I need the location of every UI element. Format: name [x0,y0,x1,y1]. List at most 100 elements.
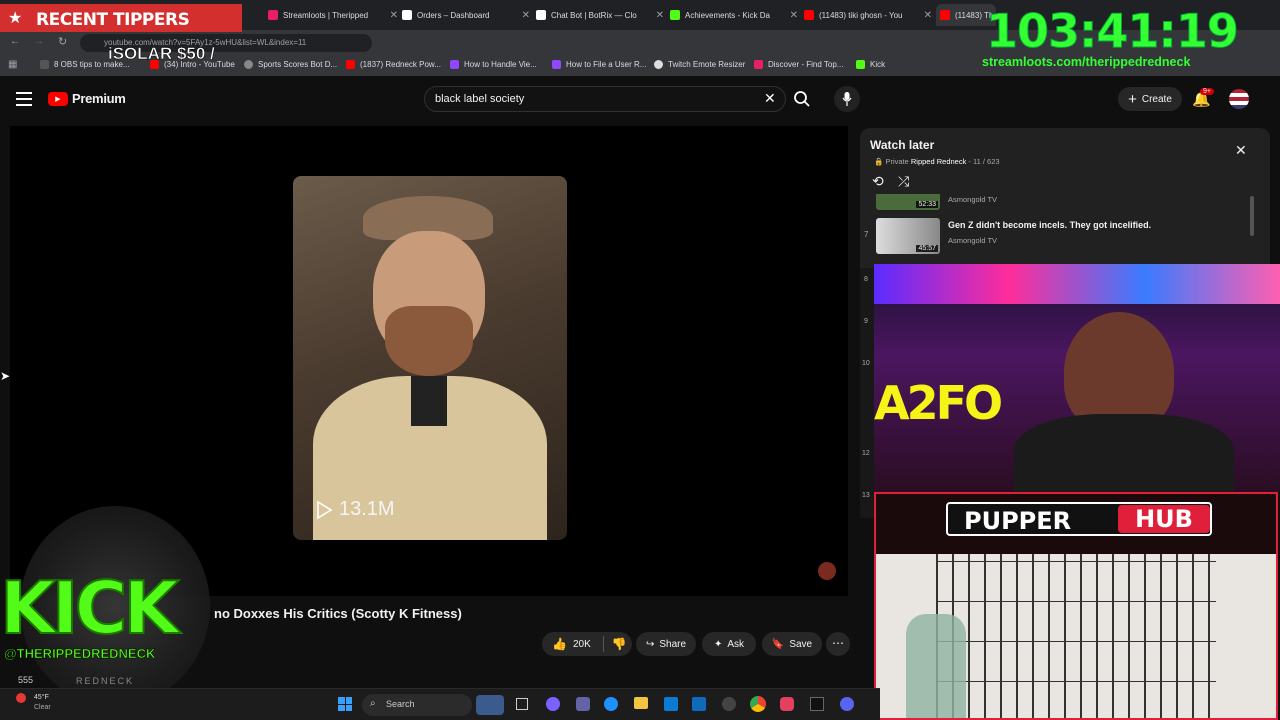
browser-tab[interactable]: Achievements - Kick Da ✕ [670,4,798,26]
search-icon[interactable] [793,90,811,108]
tab-favicon [536,10,546,20]
webcam-feed: A2FO [874,264,1280,492]
bookmark-item[interactable]: (1837) Redneck Pow... [346,60,441,69]
youtube-play-icon: ▶ [48,91,68,106]
like-icon[interactable]: 👍 [552,637,567,651]
browser-tab[interactable]: Streamloots | Theripped ✕ [268,4,398,26]
task-view-icon[interactable] [516,698,528,710]
playlist-position: 11 / 623 [973,157,1000,166]
create-button[interactable]: + Create [1118,87,1182,111]
discord-icon[interactable] [840,697,854,711]
play-icon [317,500,333,519]
close-tab-icon[interactable]: ✕ [522,10,530,21]
clear-search-icon[interactable]: ✕ [764,90,776,107]
mouse-cursor-icon: ➤ [0,369,11,383]
close-tab-icon[interactable]: ✕ [390,10,398,21]
playlist-item[interactable]: 52:33 Asmongold TV [864,194,1244,212]
playlist-panel: Watch later 🔒 Private Ripped Redneck - 1… [860,128,1270,268]
outlook-icon[interactable] [692,697,706,711]
taskbar-widget[interactable] [476,695,504,715]
star-icon: ★ [8,10,23,27]
webcam-poster-text: A2FO [874,376,1003,430]
bookmark-item[interactable]: Twitch Emote Resizer [654,60,745,69]
dog-crate [936,554,1216,718]
back-icon[interactable]: ← [10,36,20,47]
channel-watermark[interactable] [818,562,836,580]
store-icon[interactable] [664,697,678,711]
voice-search-button[interactable] [834,86,860,112]
ask-button[interactable]: ✦ Ask [702,632,756,656]
like-count[interactable]: 20K [573,639,591,650]
obs-icon[interactable] [722,697,736,711]
browser-tab[interactable]: Chat Bot | BotRix — Clo ✕ [536,4,664,26]
terminal-icon[interactable] [810,697,824,711]
bookmark-item[interactable]: Sports Scores Bot D... [244,60,337,69]
tab-favicon [804,10,814,20]
premium-label: Premium [72,91,126,106]
avatar[interactable] [1229,89,1249,109]
share-icon: ↪ [645,638,655,650]
teams-icon[interactable] [576,697,590,711]
windows-start-icon[interactable] [338,697,352,711]
forward-icon[interactable]: → [34,36,44,47]
shuffle-icon[interactable]: ⤮ [898,173,909,190]
playlist-thumbnail: 52:33 [876,194,940,210]
loop-icon[interactable]: ⟲ [872,173,884,190]
close-icon[interactable]: ✕ [1235,142,1247,159]
copilot-icon[interactable] [546,697,560,711]
browser-tab[interactable]: (11483) tiki ghosn - You ✕ [804,4,932,26]
playlist-item[interactable]: 7 45:57 Gen Z didn't become incels. They… [864,214,1244,254]
playlist-scrollbar[interactable] [1250,196,1254,236]
chrome-icon[interactable] [750,696,766,712]
pupper-hub-cam: PUPPER HUB [874,492,1278,720]
file-explorer-icon[interactable] [634,697,648,709]
redneck-badge-text: REDNECK [76,676,135,686]
bookmark-item[interactable]: Kick [856,60,885,69]
weather-icon[interactable] [16,693,26,703]
tab-favicon [268,10,278,20]
subathon-timer: 103:41:19 [986,4,1240,59]
edge-icon[interactable] [604,697,618,711]
video-title: no Doxxes His Critics (Scotty K Fitness) [214,606,462,621]
weather-condition: Clear [34,704,51,711]
like-dislike-group: 👍 20K 👎 [542,632,632,656]
more-actions-icon[interactable]: ⋯ [826,632,850,656]
bookmark-item[interactable]: How to File a User R... [552,60,646,69]
taskbar-app-icon[interactable] [780,697,794,711]
tab-label: Chat Bot | BotRix — Clo [551,10,637,20]
share-button[interactable]: ↪ Share [636,632,696,656]
kick-logo-text: KICK [0,566,180,650]
bookmark-item[interactable]: How to Handle Vie... [450,60,537,69]
hamburger-menu-icon[interactable] [16,92,32,106]
bookmark-item[interactable]: Discover - Find Top... [754,60,843,69]
recent-tippers-title: RECENT TIPPERS [36,10,190,30]
microphone-icon [842,92,852,106]
streamer-body [1014,414,1234,492]
recent-tippers-banner: ★ RECENT TIPPERS [0,4,242,32]
beard-shape [385,306,473,376]
apps-grid-icon[interactable]: ▦ [8,59,17,70]
view-count: 13.1M [315,498,395,521]
close-tab-icon[interactable]: ✕ [790,10,798,21]
notifications-button[interactable]: 🔔 9+ [1192,88,1214,109]
browser-tab[interactable]: Orders – Dashboard ✕ [402,4,530,26]
led-strip-glow [874,264,1280,304]
mop-shape [906,614,966,718]
save-button[interactable]: 🔖 Save [762,632,822,656]
playlist-owner[interactable]: Ripped Redneck [911,157,966,166]
tab-label: Achievements - Kick Da [685,10,770,20]
youtube-logo[interactable]: ▶ Premium [48,91,126,106]
reload-icon[interactable]: ↻ [58,35,67,48]
search-input[interactable]: black label society [424,86,786,112]
taskbar-search[interactable]: ⌕ Search [362,694,472,716]
pupper-hub-logo: PUPPER HUB [946,502,1212,536]
kick-handle: @THERIPPEDREDNECK [4,646,156,662]
dislike-icon[interactable]: 👎 [612,637,627,651]
video-thumbnail[interactable]: 13.1M [293,176,567,540]
close-tab-icon[interactable]: ✕ [924,10,932,21]
playlist-thumbnail: 45:57 [876,218,940,254]
close-tab-icon[interactable]: ✕ [656,10,664,21]
tab-favicon [402,10,412,20]
undershirt-shape [411,376,447,426]
playlist-index: 7 [864,230,869,239]
